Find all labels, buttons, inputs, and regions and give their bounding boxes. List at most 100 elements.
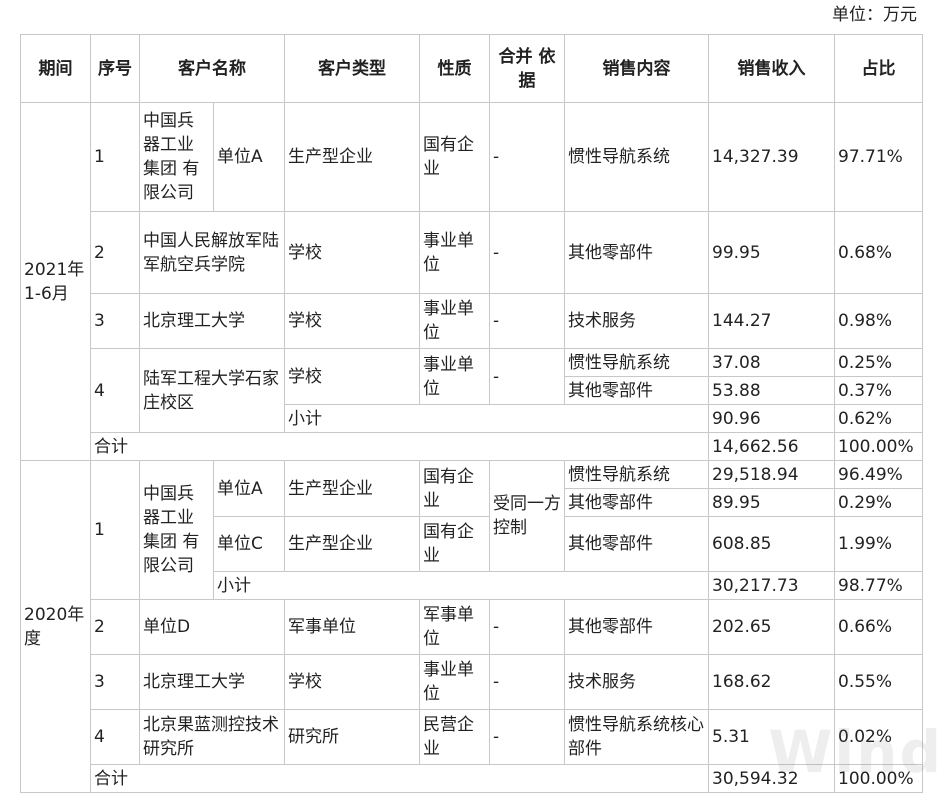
merge-basis-cell: - (489, 348, 565, 405)
sales-content-cell: 惯性导航系统 (564, 460, 709, 489)
merge-basis-cell: - (489, 599, 565, 655)
share-cell: 0.55% (834, 654, 923, 710)
share-cell: 0.29% (834, 488, 923, 517)
subtotal-label: 小计 (213, 571, 709, 600)
customer-type-cell: 生产型企业 (284, 460, 420, 517)
share-cell: 0.25% (834, 348, 923, 377)
sales-content-cell: 惯性导航系统 (564, 348, 709, 377)
revenue-cell: 29,518.94 (708, 460, 835, 489)
revenue-cell: 168.62 (708, 654, 835, 710)
header-customer-type: 客户类型 (284, 34, 420, 103)
nature-cell: 国有企业 (419, 460, 490, 517)
customer-name-cell: 北京果蓝测控技术研究所 (139, 709, 285, 765)
revenue-cell: 202.65 (708, 599, 835, 655)
seq-cell: 2 (90, 211, 140, 294)
revenue-cell: 99.95 (708, 211, 835, 294)
header-merge-basis: 合并 依据 (489, 34, 565, 103)
subtotal-share: 98.77% (834, 571, 923, 600)
table-row: 3 北京理工大学 学校 事业单位 - 技术服务 144.27 0.98% (21, 293, 923, 349)
table-row: 3 北京理工大学 学校 事业单位 - 技术服务 168.62 0.55% (21, 654, 923, 710)
customer-name-cell: 北京理工大学 (139, 293, 285, 349)
customer-sales-table: 期间 序号 客户名称 客户类型 性质 合并 依据 销售内容 销售收入 占比 20… (20, 34, 923, 793)
total-label: 合计 (90, 432, 709, 461)
merge-basis-cell: - (489, 293, 565, 349)
sales-content-cell: 其他零部件 (564, 516, 709, 572)
nature-cell: 民营企业 (419, 709, 490, 765)
customer-name-cell: 北京理工大学 (139, 654, 285, 710)
customer-type-cell: 军事单位 (284, 599, 420, 655)
customer-group-cell: 中国兵器工业集团 有限公司 (139, 102, 214, 212)
table-row: 2020年度 1 中国兵器工业集团 有限公司 单位A 生产型企业 国有企业 受同… (20, 460, 923, 793)
merge-basis-cell: - (489, 211, 565, 294)
customer-type-cell: 学校 (284, 348, 420, 405)
sales-content-cell: 其他零部件 (564, 488, 709, 517)
subtotal-revenue: 90.96 (708, 404, 835, 433)
revenue-cell: 144.27 (708, 293, 835, 349)
merge-basis-cell: - (489, 709, 565, 765)
revenue-cell: 89.95 (708, 488, 835, 517)
unit-label: 单位：万元 (832, 5, 917, 25)
seq-cell: 3 (90, 654, 140, 710)
merge-basis-cell: 受同一方控制 (489, 460, 565, 572)
share-cell: 97.71% (834, 102, 923, 212)
period-cell: 2020年度 (20, 460, 91, 793)
subtotal-label: 小计 (284, 404, 709, 433)
nature-cell: 军事单位 (419, 599, 490, 655)
share-cell: 0.02% (834, 709, 923, 765)
customer-unit-cell: 单位C (213, 516, 285, 572)
revenue-cell: 37.08 (708, 348, 835, 377)
customer-unit-cell: 单位A (213, 460, 285, 517)
customer-type-cell: 生产型企业 (284, 102, 420, 212)
customer-type-cell: 生产型企业 (284, 516, 420, 572)
table-header-row: 期间 序号 客户名称 客户类型 性质 合并 依据 销售内容 销售收入 占比 (20, 34, 923, 103)
header-sales-content: 销售内容 (564, 34, 709, 103)
sales-content-cell: 技术服务 (564, 293, 709, 349)
header-customer-name: 客户名称 (139, 34, 285, 103)
customer-name-cell: 中国人民解放军陆军航空兵学院 (139, 211, 285, 294)
seq-cell: 4 (90, 709, 140, 765)
total-share: 100.00% (834, 764, 923, 793)
header-nature: 性质 (419, 34, 490, 103)
share-cell: 0.68% (834, 211, 923, 294)
customer-name-cell: 陆军工程大学石家庄校区 (139, 348, 285, 433)
seq-cell: 1 (90, 102, 140, 212)
table-row: 2021年1-6月 1 中国兵器工业集团 有限公司 单位A 生产型企业 国有企业… (20, 102, 923, 461)
sales-content-cell: 惯性导航系统 (564, 102, 709, 212)
header-revenue: 销售收入 (708, 34, 835, 103)
header-period: 期间 (20, 34, 91, 103)
total-revenue: 14,662.56 (708, 432, 835, 461)
revenue-cell: 14,327.39 (708, 102, 835, 212)
header-share: 占比 (834, 34, 923, 103)
seq-cell: 3 (90, 293, 140, 349)
customer-group-cell: 中国兵器工业集团 有限公司 (139, 460, 214, 600)
nature-cell: 事业单位 (419, 348, 490, 405)
customer-name-cell: 单位D (139, 599, 285, 655)
table-row: 2 单位D 军事单位 军事单位 - 其他零部件 202.65 0.66% (21, 599, 923, 655)
revenue-cell: 53.88 (708, 376, 835, 405)
revenue-cell: 5.31 (708, 709, 835, 765)
total-row: 合计 14,662.56 100.00% (21, 432, 923, 461)
total-row: 合计 30,594.32 100.00% (21, 764, 923, 793)
customer-type-cell: 学校 (284, 211, 420, 294)
subtotal-revenue: 30,217.73 (708, 571, 835, 600)
share-cell: 1.99% (834, 516, 923, 572)
table-row: 2 中国人民解放军陆军航空兵学院 学校 事业单位 - 其他零部件 99.95 0… (21, 211, 923, 294)
customer-type-cell: 学校 (284, 654, 420, 710)
share-cell: 0.98% (834, 293, 923, 349)
nature-cell: 事业单位 (419, 211, 490, 294)
seq-cell: 4 (90, 348, 140, 433)
total-label: 合计 (90, 764, 709, 793)
sales-content-cell: 其他零部件 (564, 211, 709, 294)
merge-basis-cell: - (489, 654, 565, 710)
seq-cell: 1 (90, 460, 140, 600)
sales-content-cell: 惯性导航系统核心部件 (564, 709, 709, 765)
customer-unit-cell: 单位A (213, 102, 285, 212)
nature-cell: 事业单位 (419, 293, 490, 349)
total-revenue: 30,594.32 (708, 764, 835, 793)
table-row: 4 陆军工程大学石家庄校区 学校 事业单位 - 惯性导航系统 37.08 0.2… (21, 348, 923, 433)
table-row: 4 北京果蓝测控技术研究所 研究所 民营企业 - 惯性导航系统核心部件 5.31… (21, 709, 923, 765)
subtotal-share: 0.62% (834, 404, 923, 433)
sales-content-cell: 技术服务 (564, 654, 709, 710)
sales-content-cell: 其他零部件 (564, 376, 709, 405)
nature-cell: 国有企业 (419, 516, 490, 572)
